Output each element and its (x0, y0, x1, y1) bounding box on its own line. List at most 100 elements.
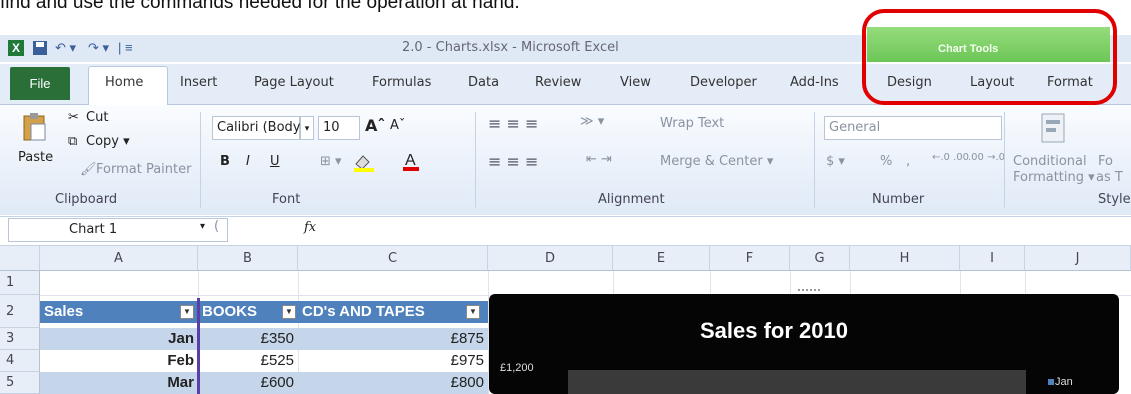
column-header-j[interactable]: J (1025, 246, 1131, 271)
column-header-i[interactable]: I (960, 246, 1025, 271)
grow-font-button[interactable]: Aˆ (365, 116, 385, 135)
alignment-group-label: Alignment (598, 192, 665, 207)
chart-title[interactable]: Sales for 2010 (700, 318, 848, 344)
range-selection-border (197, 298, 200, 394)
wrap-text-button[interactable]: Wrap Text (660, 116, 724, 131)
column-header-b[interactable]: B (198, 246, 298, 271)
number-format-select[interactable]: General (824, 116, 1002, 140)
tab-add-ins[interactable]: Add-Ins (790, 75, 839, 90)
column-header-e[interactable]: E (613, 246, 710, 271)
cut-icon[interactable]: ✂ (68, 110, 79, 125)
increase-decimal-button[interactable]: ←.0 .00 (932, 152, 969, 163)
table-cell-month[interactable]: Mar (40, 372, 198, 394)
copy-icon[interactable]: ⧉ (68, 134, 77, 149)
row-header-1[interactable]: 1 (0, 271, 40, 295)
table-cell-month[interactable]: Feb (40, 350, 198, 372)
table-cell-books[interactable]: £350 (198, 328, 298, 350)
table-cell-month[interactable]: Jan (40, 328, 198, 350)
row-header-4[interactable]: 4 (0, 350, 40, 372)
row-header-2[interactable]: 2 (0, 295, 40, 328)
cut-button[interactable]: Cut (86, 110, 108, 125)
tab-insert[interactable]: Insert (180, 75, 217, 90)
styles-group-label: Style (1098, 192, 1131, 207)
format-as-table-label[interactable]: as T (1096, 170, 1123, 185)
font-name-select[interactable]: Calibri (Body) (212, 116, 306, 140)
legend-entry-jan[interactable]: Jan (1055, 376, 1073, 388)
column-header-c[interactable]: C (298, 246, 488, 271)
tab-file[interactable]: File (10, 67, 70, 100)
table-cell-cds[interactable]: £975 (298, 350, 488, 372)
align-top-icon[interactable]: ≡ ≡ ≡ (488, 114, 538, 133)
conditional-formatting-dropdown[interactable]: Formatting ▾ (1013, 170, 1095, 185)
name-box[interactable]: Chart 1 (8, 218, 228, 242)
name-box-dropdown-icon[interactable]: ▾ (200, 221, 205, 232)
copy-button[interactable]: Copy ▾ (86, 134, 130, 149)
underline-button[interactable]: U (270, 154, 280, 169)
formula-input[interactable] (328, 219, 1123, 241)
filter-dropdown-icon[interactable]: ▼ (180, 305, 194, 319)
number-group-label: Number (872, 192, 925, 207)
undo-button[interactable]: ↶ ▾ (55, 40, 76, 56)
conditional-formatting-icon[interactable] (1040, 112, 1068, 149)
comma-button[interactable]: , (906, 154, 910, 169)
column-header-a[interactable]: A (40, 246, 198, 271)
tab-home[interactable]: Home (105, 75, 143, 90)
column-header-f[interactable]: F (710, 246, 790, 271)
select-all-corner[interactable] (0, 246, 40, 271)
bold-button[interactable]: B (220, 154, 230, 169)
fill-color-icon[interactable] (352, 152, 378, 177)
excel-app-icon[interactable]: X (8, 40, 24, 56)
clipboard-group-label: Clipboard (55, 192, 118, 207)
font-size-select[interactable]: 10 (318, 116, 360, 140)
indent-icon[interactable]: ⇤ ⇥ (586, 152, 612, 167)
column-header-g[interactable]: G (790, 246, 850, 271)
accounting-format-icon[interactable]: $ ▾ (826, 154, 845, 169)
italic-button[interactable]: I (246, 154, 250, 169)
table-cell-books[interactable]: £600 (198, 372, 298, 394)
chart-resize-handle[interactable] (798, 289, 820, 295)
table-cell-books[interactable]: £525 (198, 350, 298, 372)
chart-plot-area[interactable] (568, 370, 1026, 394)
font-color-icon[interactable]: A (402, 150, 422, 177)
svg-text:A: A (405, 152, 416, 169)
filter-dropdown-icon[interactable]: ▼ (466, 305, 480, 319)
highlight-box (862, 9, 1117, 105)
orientation-icon[interactable]: ≫ ▾ (580, 114, 604, 129)
table-cell-cds[interactable]: £875 (298, 328, 488, 350)
paste-button[interactable]: Paste (18, 150, 53, 165)
percent-button[interactable]: % (880, 154, 892, 169)
font-group-label: Font (272, 192, 301, 207)
y-axis-tick-label: £1,200 (500, 362, 534, 374)
font-name-dropdown-icon[interactable]: ▾ (300, 116, 314, 140)
format-as-table-button[interactable]: Fo (1098, 154, 1113, 169)
tab-formulas[interactable]: Formulas (372, 75, 431, 90)
shrink-font-button[interactable]: Aˇ (390, 118, 405, 133)
column-header-d[interactable]: D (488, 246, 613, 271)
row-header-5[interactable]: 5 (0, 372, 40, 394)
table-cell-cds[interactable]: £800 (298, 372, 488, 394)
row-header-3[interactable]: 3 (0, 328, 40, 350)
tab-developer[interactable]: Developer (690, 75, 757, 90)
align-left-icon[interactable]: ≡ ≡ ≡ (488, 152, 538, 171)
insert-function-button[interactable]: fx (304, 220, 316, 235)
tab-review[interactable]: Review (535, 75, 581, 90)
customize-quick-access-button[interactable]: | ≡ (118, 40, 133, 55)
column-header-h[interactable]: H (850, 246, 960, 271)
paste-icon[interactable] (22, 112, 48, 147)
group-separator (814, 112, 815, 208)
borders-icon[interactable]: ⊞ ▾ (320, 154, 342, 169)
redo-button[interactable]: ↷ ▾ (88, 40, 109, 56)
format-painter-icon[interactable]: 🖌 (80, 162, 97, 177)
table-header-sales[interactable]: Sales (40, 301, 198, 323)
tab-data[interactable]: Data (468, 75, 499, 90)
decrease-decimal-button[interactable]: .00 →.0 (968, 152, 1005, 163)
save-icon[interactable] (32, 40, 48, 59)
merge-center-button[interactable]: Merge & Center ▾ (660, 154, 773, 169)
table-header-cds-tapes[interactable]: CD's AND TAPES (298, 301, 488, 323)
tab-view[interactable]: View (620, 75, 651, 90)
conditional-formatting-button[interactable]: Conditional (1013, 154, 1087, 169)
format-painter-button[interactable]: Format Painter (96, 162, 191, 177)
filter-dropdown-icon[interactable]: ▼ (282, 305, 296, 319)
group-separator (475, 112, 476, 208)
tab-page-layout[interactable]: Page Layout (254, 75, 334, 90)
